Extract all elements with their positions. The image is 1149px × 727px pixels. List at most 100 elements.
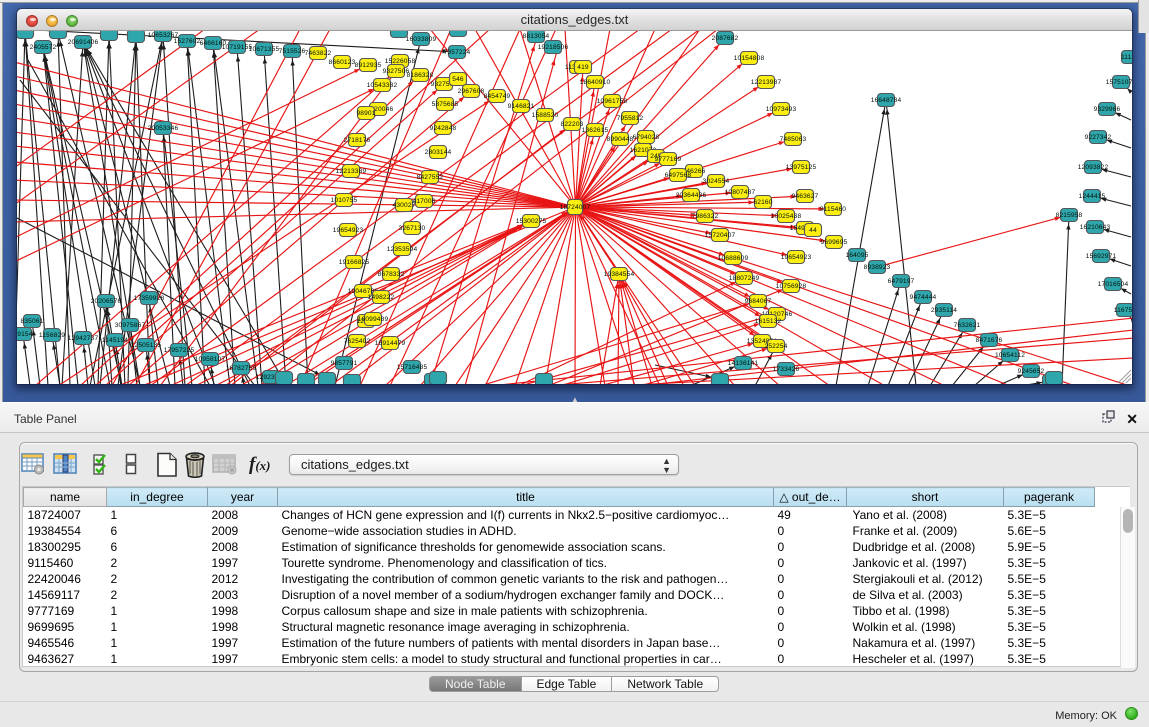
svg-text:19218506: 19218506 [538,44,569,51]
svg-text:98901: 98901 [356,110,375,117]
svg-text:1156829: 1156829 [39,332,65,339]
svg-text:835061: 835061 [21,318,44,325]
svg-text:8678332: 8678332 [378,271,405,278]
svg-text:15692971: 15692971 [1086,253,1117,260]
svg-text:1010755: 1010755 [331,197,358,204]
svg-text:6794028: 6794028 [633,134,660,141]
svg-text:17016504: 17016504 [1098,281,1129,288]
svg-text:13975125: 13975125 [786,164,817,171]
svg-text:16648784: 16648784 [871,97,902,104]
svg-text:17359928: 17359928 [134,295,165,302]
svg-text:6497568: 6497568 [665,172,692,179]
svg-text:3024554: 3024554 [703,178,730,185]
svg-text:11125: 11125 [1121,54,1132,61]
svg-text:546: 546 [452,76,464,83]
svg-text:1615132: 1615132 [755,318,782,325]
svg-text:8471676: 8471676 [976,337,1003,344]
svg-text:12093822: 12093822 [1078,164,1109,171]
svg-text:7955812: 7955812 [617,115,644,122]
svg-text:20691406: 20691406 [68,39,99,46]
svg-text:15300275: 15300275 [516,218,547,225]
svg-text:430027: 430027 [393,202,416,209]
svg-text:20364436: 20364436 [676,192,707,199]
svg-text:6479197: 6479197 [888,278,915,285]
svg-text:12213389: 12213389 [336,168,367,175]
svg-text:15720407: 15720407 [705,232,736,239]
svg-text:10688609: 10688609 [718,255,749,262]
svg-text:9474444: 9474444 [910,294,937,301]
svg-text:20053346: 20053346 [148,125,179,132]
svg-text:12213987: 12213987 [751,79,782,86]
svg-text:822203: 822203 [561,121,584,128]
svg-text:2967608: 2967608 [458,88,485,95]
svg-text:10973493: 10973493 [766,106,797,113]
svg-text:1498222: 1498222 [368,294,395,301]
svg-text:62160: 62160 [753,199,772,206]
svg-text:10671355: 10671355 [249,46,280,53]
svg-text:1733426: 1733426 [773,366,800,373]
svg-text:19654923: 19654923 [781,254,812,261]
svg-text:16033809: 16033809 [406,36,437,43]
svg-text:252254: 252254 [765,343,788,350]
svg-text:9115460: 9115460 [820,206,846,213]
svg-text:417006: 417006 [413,198,436,205]
svg-text:9242848: 9242848 [430,125,457,132]
svg-text:3267130: 3267130 [399,225,426,232]
svg-text:14136141: 14136141 [728,360,759,367]
svg-text:9777169: 9777169 [655,156,682,163]
svg-text:7986322: 7986322 [692,213,719,220]
svg-text:12505135: 12505135 [131,342,162,349]
svg-text:7463822: 7463822 [305,50,332,57]
svg-text:9227342: 9227342 [1085,134,1112,141]
svg-text:12942737: 12942737 [68,335,99,342]
svg-text:10154808: 10154808 [734,55,765,62]
svg-text:9699695: 9699695 [821,239,848,246]
svg-text:9463627: 9463627 [792,193,819,200]
svg-text:39154: 39154 [17,331,33,338]
svg-text:7357224: 7357224 [444,49,471,56]
svg-text:9684067: 9684067 [745,298,772,305]
svg-text:44: 44 [809,227,817,234]
svg-text:9245652: 9245652 [1018,368,1045,375]
svg-text:19166825: 19166825 [339,259,370,266]
svg-text:10025438: 10025438 [771,213,802,220]
svg-text:30975867: 30975867 [115,322,146,329]
svg-text:18640910: 18640910 [580,79,611,86]
svg-text:8427552: 8427552 [417,174,444,181]
svg-text:7485063: 7485063 [780,136,807,143]
svg-text:15716485: 15716485 [397,364,428,371]
svg-text:10958107: 10958107 [195,356,226,363]
svg-text:2087682: 2087682 [712,35,739,42]
svg-text:2405572: 2405572 [30,44,57,51]
svg-text:16914479: 16914479 [375,340,406,347]
svg-text:8813054: 8813054 [523,33,550,40]
svg-text:10961758: 10961758 [597,98,628,105]
svg-text:18807249: 18807249 [729,275,760,282]
svg-text:15751074: 15751074 [1106,79,1132,86]
svg-text:9857791: 9857791 [331,360,358,367]
svg-text:16099489: 16099489 [358,316,389,323]
svg-text:1588520: 1588520 [532,112,559,119]
svg-text:19384554: 19384554 [604,271,635,278]
svg-text:164095: 164095 [846,252,869,259]
svg-text:9146821: 9146821 [508,103,535,110]
svg-text:10654112: 10654112 [995,352,1025,359]
svg-text:16782759: 16782759 [226,365,257,372]
svg-text:7625402: 7625402 [344,338,371,345]
svg-text:19654923: 19654923 [333,227,364,234]
svg-text:17957225: 17957225 [164,347,195,354]
svg-text:2803144: 2803144 [425,149,452,156]
svg-text:7632621: 7632621 [954,322,981,329]
svg-text:1527602: 1527602 [174,38,201,45]
svg-text:9327506: 9327506 [383,68,410,75]
svg-text:8454749: 8454749 [484,93,511,100]
svg-text:9329966: 9329966 [1094,106,1121,113]
svg-text:1145194: 1145194 [102,337,128,344]
svg-text:20206576: 20206576 [91,298,122,305]
svg-text:1362615: 1362615 [582,127,609,134]
svg-text:16210643: 16210643 [1080,224,1111,231]
svg-text:10807487: 10807487 [725,189,756,196]
svg-text:2935114: 2935114 [931,307,957,314]
svg-text:8215958: 8215958 [1056,212,1083,219]
svg-text:1244415: 1244415 [1079,193,1106,200]
